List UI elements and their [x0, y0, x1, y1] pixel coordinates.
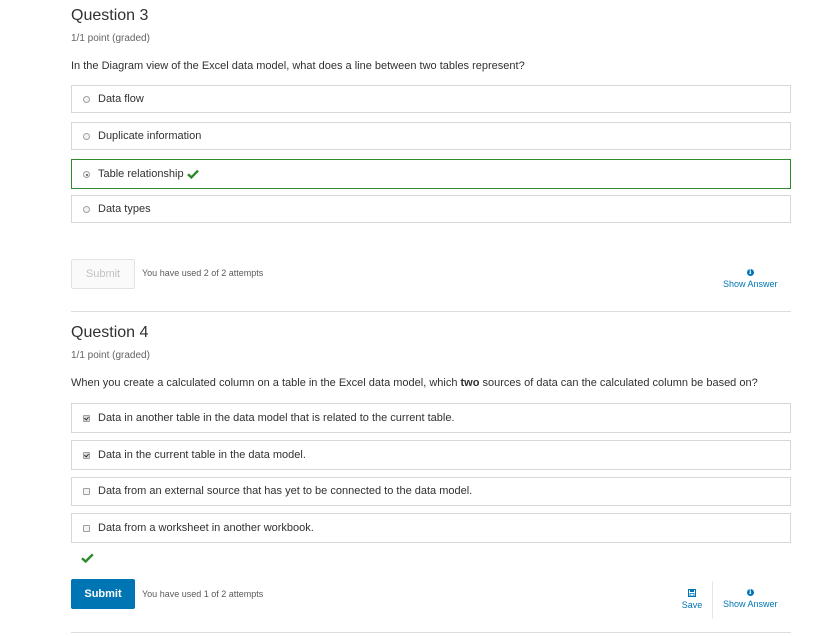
- checkbox-checked[interactable]: [83, 452, 90, 459]
- choice-table-relationship[interactable]: Table relationship: [71, 159, 791, 189]
- info-icon: i: [746, 269, 754, 276]
- choice-data-types[interactable]: Data types: [71, 195, 791, 223]
- checkbox-checked[interactable]: [83, 415, 90, 422]
- attempts-text: You have used 1 of 2 attempts: [142, 589, 264, 599]
- submit-button[interactable]: Submit: [71, 579, 135, 609]
- choice-current-table[interactable]: Data in the current table in the data mo…: [71, 440, 791, 470]
- choice-duplicate-information[interactable]: Duplicate information: [71, 122, 791, 150]
- attempts-text: You have used 2 of 2 attempts: [142, 268, 264, 278]
- question-4-text: When you create a calculated column on a…: [71, 377, 758, 389]
- choice-external-source[interactable]: Data from an external source that has ye…: [71, 477, 791, 506]
- radio-button-selected[interactable]: [83, 171, 90, 178]
- floppy-disk-icon: [688, 589, 696, 597]
- question-title: Question 4: [71, 324, 149, 341]
- radio-button[interactable]: [83, 96, 90, 103]
- checkmark-icon: [81, 553, 94, 563]
- section-divider: [71, 632, 791, 633]
- choice-another-table[interactable]: Data in another table in the data model …: [71, 403, 791, 433]
- choice-data-flow[interactable]: Data flow: [71, 85, 791, 113]
- radio-button[interactable]: [83, 206, 90, 213]
- show-answer-button[interactable]: i Show Answer: [723, 269, 778, 289]
- action-divider: [712, 581, 713, 619]
- save-button[interactable]: Save: [681, 589, 703, 610]
- checkbox[interactable]: [83, 525, 90, 532]
- section-divider: [71, 311, 791, 312]
- question-3: Question 3: [71, 6, 791, 26]
- question-4-points: 1/1 point (graded): [71, 350, 150, 361]
- question-3-text: In the Diagram view of the Excel data mo…: [71, 60, 525, 72]
- show-answer-button[interactable]: i Show Answer: [723, 589, 778, 609]
- radio-button[interactable]: [83, 133, 90, 140]
- choice-worksheet-other-workbook[interactable]: Data from a worksheet in another workboo…: [71, 513, 791, 543]
- info-icon: i: [746, 589, 754, 596]
- question-3-points: 1/1 point (graded): [71, 33, 150, 44]
- checkbox[interactable]: [83, 488, 90, 495]
- question-4: Question 4: [71, 323, 791, 343]
- question-title: Question 3: [71, 7, 149, 24]
- submit-button[interactable]: Submit: [71, 259, 135, 289]
- checkmark-icon: [186, 169, 199, 180]
